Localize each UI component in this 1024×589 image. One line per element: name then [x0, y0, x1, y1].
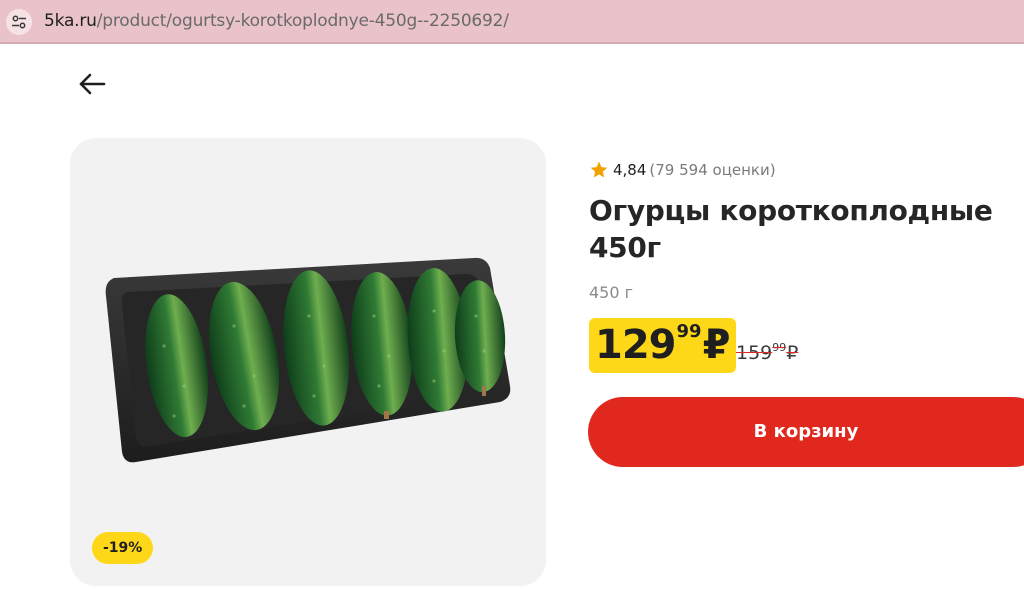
old-price-rubles: 159: [736, 342, 773, 364]
url-domain: 5ka.ru: [44, 11, 97, 31]
add-to-cart-button[interactable]: В корзину: [588, 397, 1024, 467]
price-currency: ₽: [702, 322, 731, 368]
rating-count: (79 594 оценки): [649, 161, 776, 179]
old-price-currency: ₽: [786, 342, 799, 364]
url-text[interactable]: 5ka.ru/product/ogurtsy-korotkoplodnye-45…: [44, 11, 509, 31]
back-button[interactable]: [70, 66, 114, 102]
site-settings-icon[interactable]: [6, 9, 32, 35]
discount-badge: -19%: [92, 532, 154, 564]
rating-score: 4,84: [613, 161, 647, 179]
current-price: 129 99 ₽: [589, 318, 737, 373]
url-path: /product/ogurtsy-korotkoplodnye-450g--22…: [96, 11, 509, 31]
product-image-card: -19%: [70, 138, 546, 586]
star-icon: [590, 161, 608, 178]
price-rubles: 129: [595, 322, 676, 368]
old-price-kopecks: 99: [772, 341, 787, 354]
address-bar[interactable]: 5ka.ru/product/ogurtsy-korotkoplodnye-45…: [0, 0, 1024, 44]
product-image: [105, 257, 511, 463]
product-title: Огурцы короткоплодные 450г: [589, 194, 993, 264]
price-kopecks: 99: [676, 321, 702, 342]
arrow-left-icon: [79, 73, 106, 95]
old-price: 159 99 ₽: [736, 338, 798, 368]
product-rating[interactable]: 4,84 (79 594 оценки): [589, 159, 776, 181]
add-to-cart-label: В корзину: [753, 421, 859, 442]
product-weight: 450 г: [589, 283, 634, 302]
